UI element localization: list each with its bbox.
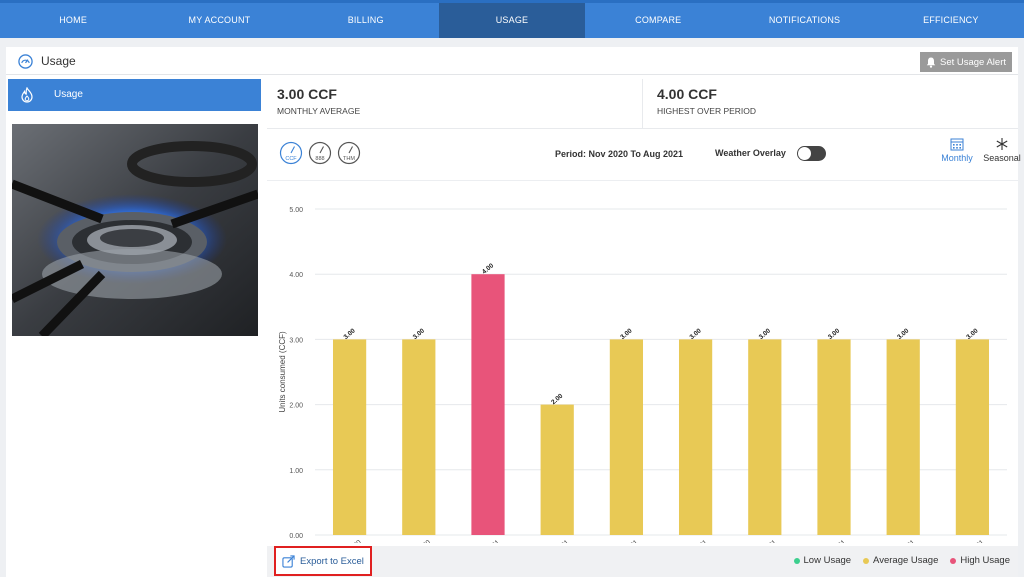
set-usage-alert-label: Set Usage Alert [939, 56, 1006, 68]
high-usage-dot [950, 557, 957, 564]
highest-label: HIGHEST OVER PERIOD [657, 106, 757, 116]
x-tick-label: Jun 2021AverageUsage [821, 539, 848, 543]
x-tick-label: May 2021AverageUsage [750, 539, 778, 543]
nav-billing[interactable]: BILLING [293, 3, 439, 38]
bar [332, 339, 367, 535]
legend-low-label: Low Usage [803, 555, 852, 566]
export-label: Export to Excel [300, 555, 364, 567]
x-tick-label-line: Jul 2021 [892, 539, 917, 543]
monthly-label: Monthly [941, 153, 973, 163]
x-tick-label: Jan 2021HighUsage [475, 539, 502, 543]
x-tick-label-line: Feb 2021 [543, 539, 570, 543]
calendar-icon [950, 138, 964, 151]
low-usage-dot [793, 557, 800, 564]
stats-row: 3.00 CCF MONTHLY AVERAGE 4.00 CCF HIGHES… [267, 79, 1018, 129]
chart-footer: Export to Excel Low Usage Average Usage … [267, 546, 1018, 577]
chart-legend: Low Usage Average Usage High Usage [793, 555, 1010, 566]
x-tick-label-line: Aug 2021 [958, 539, 986, 543]
usage-chart-svg: 0.00 1.00 2.00 3.00 4.00 5.00 Units consumed (… [278, 207, 1007, 543]
x-tick-label-line: Nov 2020 [335, 539, 363, 543]
export-icon [282, 554, 295, 568]
snowflake-icon [996, 138, 1008, 150]
export-to-excel-button[interactable]: Export to Excel [274, 546, 372, 576]
bar [678, 339, 713, 535]
x-tick-label-line: Dec 2020 [405, 539, 433, 543]
period-label: Period: Nov 2020 To Aug 2021 [555, 149, 684, 159]
bar [886, 339, 920, 535]
monthly-view-button[interactable]: Monthly [937, 137, 977, 163]
weather-overlay-toggle[interactable] [797, 146, 826, 161]
y-tick-label: 3.00 [289, 337, 303, 344]
x-tick-label: Jul 2021AverageUsage [892, 539, 917, 543]
thm-unit-label: THM [343, 156, 355, 162]
bell-icon [926, 57, 936, 68]
gauge-icon [18, 54, 33, 69]
seasonal-label: Seasonal [983, 153, 1021, 163]
x-tick-label-line: Jun 2021 [821, 539, 848, 543]
sidebar-item-label: Usage [54, 89, 83, 100]
monthly-average-label: MONTHLY AVERAGE [277, 106, 361, 116]
legend-high-usage: High Usage [950, 555, 1010, 566]
meter-unit-icon[interactable]: 888 [308, 141, 332, 165]
nav-compare[interactable]: COMPARE [585, 3, 731, 38]
usage-chart: 0.00 1.00 2.00 3.00 4.00 5.00 Units consumed (… [267, 183, 1018, 543]
bar [540, 404, 574, 535]
highest-stat: 4.00 CCF HIGHEST OVER PERIOD [647, 79, 1017, 129]
y-tick-label: 4.00 [289, 272, 303, 279]
bar [748, 339, 782, 535]
seasonal-view-button[interactable]: Seasonal [982, 137, 1022, 163]
legend-average-usage: Average Usage [863, 555, 938, 566]
y-tick-label: 5.00 [289, 207, 303, 214]
gas-stove-image [12, 124, 258, 336]
y-tick-label: 2.00 [289, 403, 303, 410]
legend-low-usage: Low Usage [793, 555, 852, 566]
ccf-unit-label: CCF [285, 156, 297, 162]
x-tick-label-line: Apr 2021 [683, 539, 709, 543]
page-header: Usage Set Usage Alert [6, 47, 1018, 75]
x-tick-label-line: Mar 2021 [613, 539, 640, 543]
sidebar-item-usage[interactable]: Usage [8, 79, 261, 111]
meter-unit-label: 888 [315, 156, 324, 162]
legend-average-label: Average Usage [873, 555, 939, 566]
weather-overlay-label: Weather Overlay [715, 148, 786, 158]
x-tick-label: Aug 2021AverageUsage [958, 539, 986, 543]
nav-usage[interactable]: USAGE [438, 3, 586, 38]
toggle-knob [798, 147, 811, 160]
nav-notifications[interactable]: NOTIFICATIONS [731, 3, 877, 38]
bar [817, 339, 851, 535]
average-usage-dot [863, 557, 870, 564]
usage-card: Usage Set Usage Alert Usage 3.00 CCF MON… [6, 47, 1021, 577]
x-tick-label: Mar 2021AverageUsage [613, 539, 640, 543]
x-tick-label-line: Jan 2021 [475, 539, 502, 543]
bar [609, 339, 644, 535]
y-tick-label: 0.00 [289, 533, 303, 540]
legend-high-label: High Usage [960, 555, 1010, 566]
x-tick-label: Feb 2021AverageUsage [543, 539, 570, 543]
page-title: Usage [41, 54, 76, 68]
top-nav: HOME MY ACCOUNT BILLING USAGE COMPARE NO… [0, 0, 1024, 38]
bar [402, 339, 436, 535]
thm-unit-icon[interactable]: THM [337, 141, 361, 165]
x-tick-label: Apr 2021AverageUsage [683, 539, 709, 543]
y-axis-label: Units consumed (CCF) [278, 331, 287, 413]
x-tick-label-line: May 2021 [750, 539, 778, 543]
set-usage-alert-button[interactable]: Set Usage Alert [920, 52, 1012, 72]
highest-value: 4.00 CCF [657, 86, 717, 102]
flame-icon [21, 87, 33, 103]
bar [471, 274, 505, 535]
y-tick-label: 1.00 [289, 468, 303, 475]
ccf-unit-icon[interactable]: CCF [279, 141, 303, 165]
nav-efficiency[interactable]: EFFICIENCY [878, 3, 1024, 38]
nav-my-account[interactable]: MY ACCOUNT [146, 3, 292, 38]
chart-controls: CCF 888 THM Period: Nov 2020 To Aug 2021… [267, 129, 1021, 181]
x-tick-label: Nov 2020AverageUsage [335, 539, 363, 543]
monthly-average-value: 3.00 CCF [277, 86, 337, 102]
nav-home[interactable]: HOME [0, 3, 146, 38]
monthly-average-stat: 3.00 CCF MONTHLY AVERAGE [267, 79, 643, 129]
x-tick-label: Dec 2020AverageUsage [405, 539, 433, 543]
bar [955, 339, 990, 535]
